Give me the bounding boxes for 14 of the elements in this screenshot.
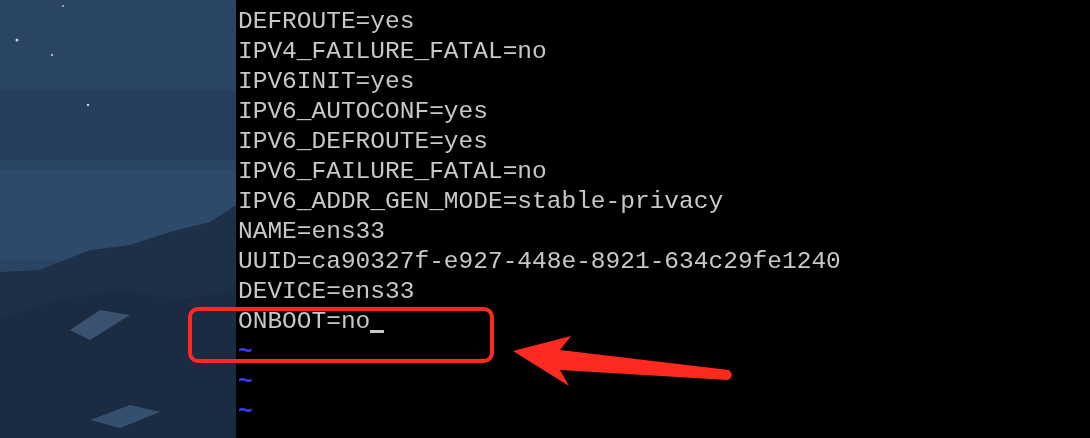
empty-line-marker: ~ [238, 337, 253, 367]
empty-line-marker: ~ [238, 367, 253, 397]
config-line: IPV6_AUTOCONF=yes [238, 97, 488, 127]
config-line: DEVICE=ens33 [238, 277, 415, 307]
config-line: UUID=ca90327f-e927-448e-8921-634c29fe1240 [238, 247, 841, 277]
config-line: ONBOOT=no [238, 307, 371, 337]
config-line: IPV6_ADDR_GEN_MODE=stable-privacy [238, 187, 724, 217]
config-line: IPV6INIT=yes [238, 67, 415, 97]
config-line: DEFROUTE=yes [238, 7, 415, 37]
config-line: IPV4_FAILURE_FATAL=no [238, 37, 547, 67]
config-line: IPV6_FAILURE_FATAL=no [238, 157, 547, 187]
empty-line-marker: ~ [238, 397, 253, 427]
config-line: IPV6_DEFROUTE=yes [238, 127, 488, 157]
config-line: NAME=ens33 [238, 217, 386, 247]
